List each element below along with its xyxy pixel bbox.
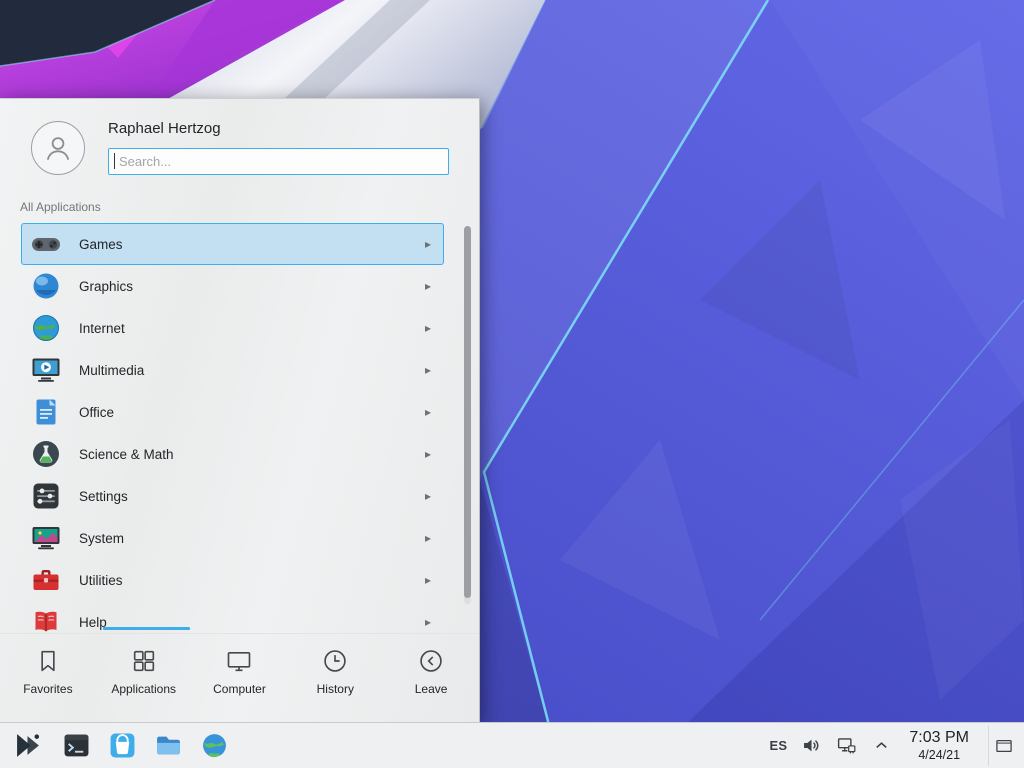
system-tray: ES 7:03 PM 4/24/21 [769,726,1020,766]
tab-label: History [317,682,354,696]
tab-applications[interactable]: Applications [96,634,192,723]
category-graphics[interactable]: Graphics ▸ [21,265,444,307]
leave-icon [417,647,445,675]
document-icon [30,396,62,428]
application-launcher-popup: Raphael Hertzog All Applications Games ▸… [0,98,480,722]
sliders-icon [30,480,62,512]
web-browser-icon [201,732,228,759]
launcher-header: Raphael Hertzog [0,99,479,187]
chevron-up-icon [874,738,889,753]
web-browser-button[interactable] [194,726,234,766]
category-label: Office [79,405,114,420]
submenu-arrow-icon: ▸ [425,406,431,418]
network-button[interactable] [835,735,857,757]
submenu-arrow-icon: ▸ [425,280,431,292]
kde-launcher-icon [14,731,43,760]
submenu-arrow-icon: ▸ [425,364,431,376]
category-games[interactable]: Games ▸ [21,223,444,265]
submenu-arrow-icon: ▸ [425,448,431,460]
taskbar-panel: ES 7:03 PM 4/24/21 [0,722,1024,768]
app-grid-icon [130,647,158,675]
paint-ball-icon [30,270,62,302]
tab-favorites[interactable]: Favorites [0,634,96,723]
app-launcher-button[interactable] [8,726,48,766]
tab-label: Computer [213,682,266,696]
search-field-wrap [108,148,449,175]
submenu-arrow-icon: ▸ [425,532,431,544]
volume-button[interactable] [800,735,822,757]
pinned-apps [56,726,234,766]
category-label: System [79,531,124,546]
scrollbar-handle[interactable] [464,226,471,598]
category-label: Multimedia [79,363,144,378]
text-cursor [114,153,115,169]
category-utilities[interactable]: Utilities ▸ [21,559,444,601]
toolbox-icon [30,564,62,596]
terminal-icon [63,732,90,759]
active-tab-indicator [103,627,190,630]
search-input[interactable] [108,148,449,175]
bookmark-icon [34,647,62,675]
globe-icon [30,312,62,344]
category-multimedia[interactable]: Multimedia ▸ [21,349,444,391]
category-label: Settings [79,489,128,504]
tab-history[interactable]: History [287,634,383,723]
show-desktop-icon [994,736,1014,756]
gamepad-icon [30,228,62,260]
keyboard-layout-indicator[interactable]: ES [769,738,787,753]
tab-computer[interactable]: Computer [192,634,288,723]
file-manager-button[interactable] [148,726,188,766]
user-icon [40,130,76,166]
category-help[interactable]: Help ▸ [21,601,444,633]
submenu-arrow-icon: ▸ [425,238,431,250]
category-list: Games ▸ Graphics ▸ Internet ▸ Multimedia… [0,223,479,633]
digital-clock[interactable]: 7:03 PM 4/24/21 [909,729,969,762]
media-screen-icon [30,354,62,386]
category-label: Science & Math [79,447,174,462]
user-name: Raphael Hertzog [108,120,221,137]
tab-label: Applications [111,682,176,696]
category-label: Games [79,237,123,252]
show-desktop-button[interactable] [988,726,1018,766]
submenu-arrow-icon: ▸ [425,616,431,628]
submenu-arrow-icon: ▸ [425,574,431,586]
wired-network-icon [836,735,857,756]
category-system[interactable]: System ▸ [21,517,444,559]
tray-expander-button[interactable] [870,735,892,757]
speaker-icon [801,735,822,756]
category-label: Utilities [79,573,123,588]
submenu-arrow-icon: ▸ [425,490,431,502]
tab-label: Leave [415,682,448,696]
category-label: Graphics [79,279,133,294]
help-book-icon [30,606,62,633]
category-label: Internet [79,321,125,336]
system-monitor-icon [30,522,62,554]
category-settings[interactable]: Settings ▸ [21,475,444,517]
clock-time: 7:03 PM [909,729,969,747]
computer-icon [225,647,253,675]
flask-icon [30,438,62,470]
launcher-tab-bar: Favorites Applications Computer History … [0,633,479,723]
section-label: All Applications [20,200,101,214]
category-internet[interactable]: Internet ▸ [21,307,444,349]
submenu-arrow-icon: ▸ [425,322,431,334]
file-manager-icon [155,732,182,759]
clock-date: 4/24/21 [909,748,969,762]
discover-app-button[interactable] [102,726,142,766]
category-office[interactable]: Office ▸ [21,391,444,433]
category-science-math[interactable]: Science & Math ▸ [21,433,444,475]
terminal-app-button[interactable] [56,726,96,766]
history-clock-icon [321,647,349,675]
tab-leave[interactable]: Leave [383,634,479,723]
user-avatar[interactable] [31,121,85,175]
tab-label: Favorites [23,682,72,696]
discover-icon [109,732,136,759]
